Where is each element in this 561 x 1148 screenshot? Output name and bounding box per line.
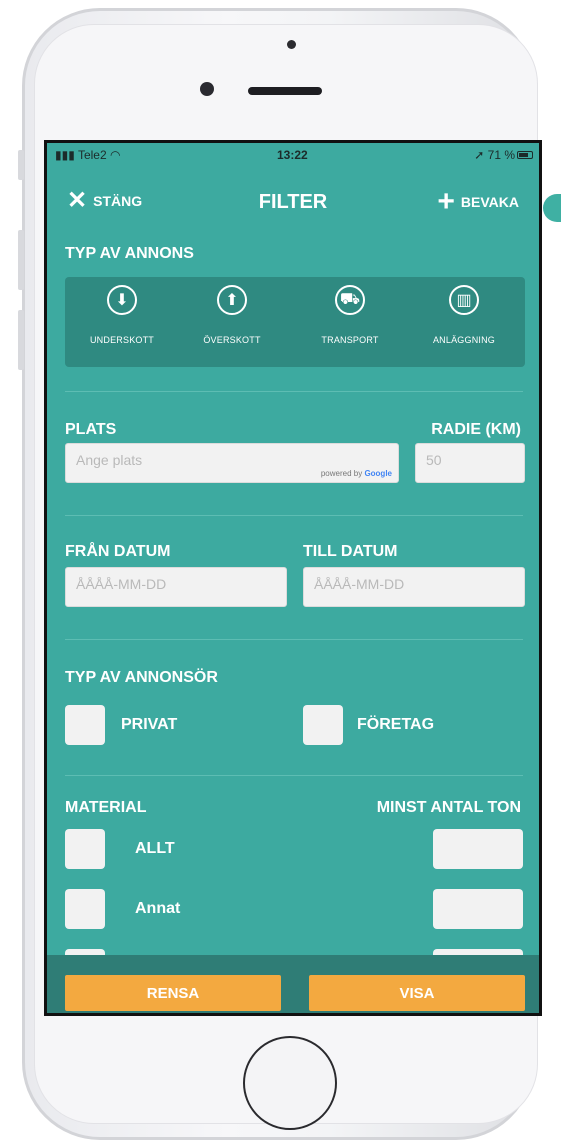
- nav-bar: ✕ STÄNG FILTER + BEVAKA: [47, 183, 539, 223]
- to-date-placeholder: ÅÅÅÅ-MM-DD: [314, 576, 405, 592]
- private-label: PRIVAT: [121, 716, 178, 733]
- ad-type-overskott[interactable]: ⬆ ÖVERSKOTT: [177, 285, 287, 345]
- watch-button[interactable]: + BEVAKA: [437, 185, 519, 218]
- advertiser-heading: TYP AV ANNONSÖR: [65, 669, 218, 686]
- divider: [65, 515, 523, 516]
- carrier-indicator: ▮▮▮ Tele2 ◠: [55, 148, 121, 162]
- volume-up-button: [18, 230, 24, 290]
- radius-placeholder: 50: [426, 452, 442, 468]
- status-time: 13:22: [277, 148, 308, 162]
- min-ton-heading: MINST ANTAL TON: [376, 799, 521, 816]
- ad-type-underskott[interactable]: ⬇ UNDERSKOTT: [67, 285, 177, 345]
- ad-type-label: UNDERSKOTT: [89, 335, 154, 345]
- from-date-heading: FRÅN DATUM: [65, 543, 171, 560]
- material-checkbox-allt[interactable]: [65, 829, 105, 869]
- powered-prefix: powered by: [320, 469, 363, 478]
- battery-level: 71 %: [487, 148, 515, 162]
- google-logo: Google: [364, 469, 392, 478]
- powered-by-google: powered by Google: [321, 469, 392, 478]
- from-date-input[interactable]: ÅÅÅÅ-MM-DD: [65, 567, 287, 607]
- ad-type-transport[interactable]: ⛟ TRANSPORT: [295, 285, 405, 345]
- facility-icon: ▥: [449, 285, 479, 315]
- divider: [65, 391, 523, 392]
- ad-type-label: ÖVERSKOTT: [203, 335, 261, 345]
- material-checkbox-annat[interactable]: [65, 889, 105, 929]
- divider: [65, 775, 523, 776]
- app-screen: ▮▮▮ Tele2 ◠ 13:22 ➚ 71 % ✕ STÄNG FILTER …: [44, 140, 542, 1016]
- home-button[interactable]: [243, 1036, 337, 1130]
- location-heading: PLATS: [65, 421, 117, 438]
- location-placeholder: Ange plats: [76, 452, 143, 468]
- company-checkbox[interactable]: [303, 705, 343, 745]
- company-label: FÖRETAG: [357, 716, 435, 733]
- status-bar: ▮▮▮ Tele2 ◠ 13:22 ➚ 71 %: [47, 143, 539, 167]
- arrow-up-icon: ⬆: [217, 285, 247, 315]
- ad-type-anlaggning[interactable]: ▥ ANLÄGGNING: [409, 285, 519, 345]
- divider: [65, 639, 523, 640]
- min-ton-input[interactable]: [433, 829, 523, 869]
- min-ton-input[interactable]: [433, 889, 523, 929]
- volume-down-button: [18, 310, 24, 370]
- ad-type-label: TRANSPORT: [321, 335, 379, 345]
- ad-type-label: ANLÄGGNING: [432, 335, 495, 345]
- to-date-heading: TILL DATUM: [303, 543, 398, 560]
- battery-percent: ➚ 71 %: [474, 148, 515, 162]
- mute-switch: [18, 150, 24, 180]
- carrier-name: Tele2: [77, 148, 107, 162]
- show-button[interactable]: VISA: [309, 975, 525, 1011]
- ad-type-selector: ⬇ UNDERSKOTT ⬆ ÖVERSKOTT ⛟ TRANSPORT ▥ A…: [65, 277, 525, 367]
- action-bar: RENSA VISA: [47, 955, 539, 1013]
- arrow-down-icon: ⬇: [107, 285, 137, 315]
- private-checkbox[interactable]: [65, 705, 105, 745]
- battery-icon: [517, 151, 533, 159]
- radius-input[interactable]: 50: [415, 443, 525, 483]
- material-label: ALLT: [135, 840, 175, 857]
- watch-label: BEVAKA: [460, 194, 519, 210]
- location-input[interactable]: Ange plats powered by Google: [65, 443, 399, 483]
- front-camera: [200, 82, 214, 96]
- clear-button[interactable]: RENSA: [65, 975, 281, 1011]
- plus-icon: +: [437, 185, 455, 218]
- material-heading: MATERIAL: [65, 799, 147, 816]
- ad-type-heading: TYP AV ANNONS: [65, 245, 194, 262]
- to-date-input[interactable]: ÅÅÅÅ-MM-DD: [303, 567, 525, 607]
- from-date-placeholder: ÅÅÅÅ-MM-DD: [76, 576, 167, 592]
- material-label: Annat: [135, 900, 181, 917]
- edge-tab: [543, 194, 561, 222]
- truck-icon: ⛟: [335, 285, 365, 315]
- radius-heading: RADIE (KM): [431, 421, 521, 438]
- proximity-sensor: [287, 40, 296, 49]
- earpiece-speaker: [248, 87, 322, 95]
